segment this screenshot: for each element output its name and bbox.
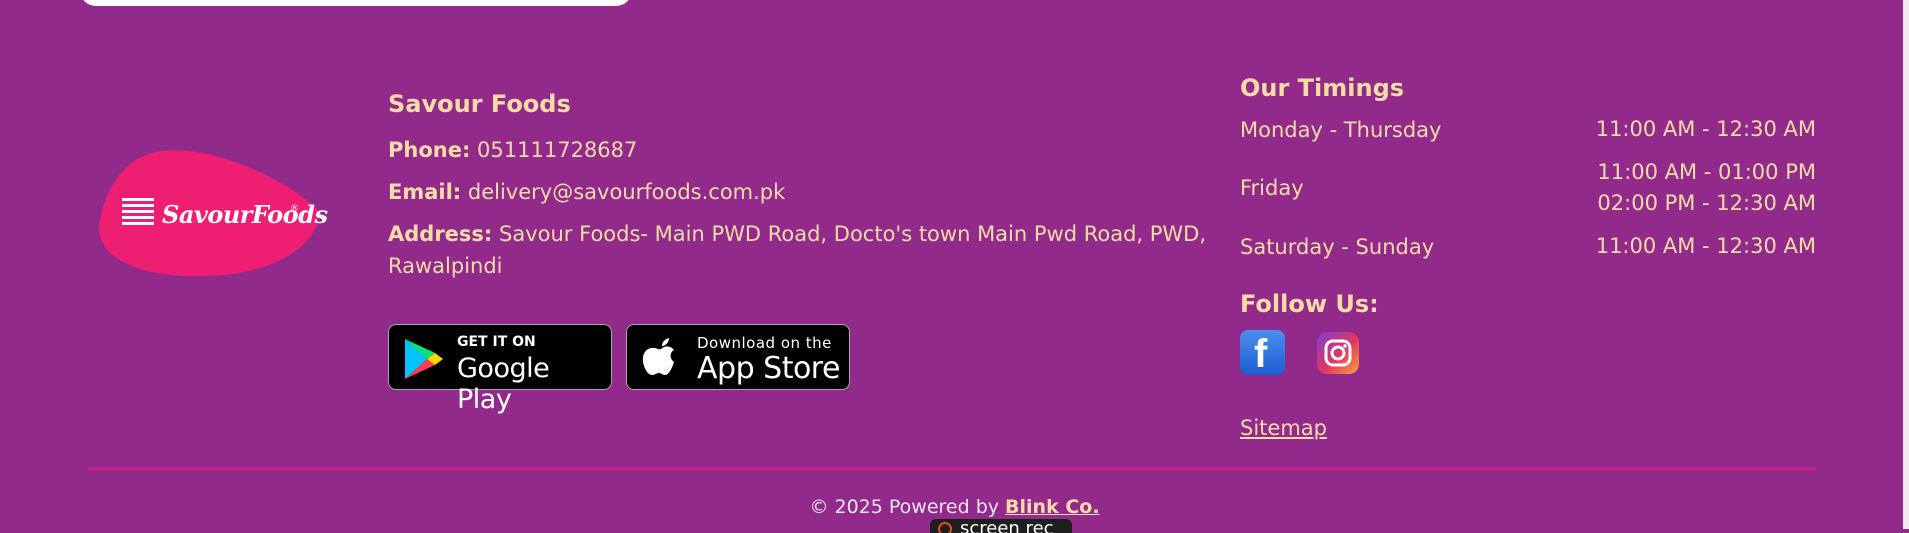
logo-stripes-icon xyxy=(122,198,154,228)
address-label: Address: xyxy=(388,222,493,246)
blink-co-link[interactable]: Blink Co. xyxy=(1005,496,1100,518)
timings-section: Our Timings Monday - Thursday 11:00 AM -… xyxy=(1240,74,1816,274)
timing-hours: 11:00 AM - 12:30 AM xyxy=(1595,117,1816,141)
phone-line: Phone: 051111728687 xyxy=(388,134,1208,166)
brand-logo[interactable]: SavourFoods ® xyxy=(96,148,328,278)
contact-section: Savour Foods Phone: 051111728687 Email: … xyxy=(388,90,1208,292)
google-play-button[interactable]: GET IT ON Google Play xyxy=(388,324,612,415)
timing-row: Saturday - Sunday 11:00 AM - 12:30 AM xyxy=(1240,231,1816,262)
scrollbar[interactable] xyxy=(1903,0,1909,529)
follow-title: Follow Us: xyxy=(1240,290,1379,318)
social-links: f xyxy=(1240,330,1379,376)
phone-label: Phone: xyxy=(388,138,471,162)
app-store-button[interactable]: Download on the App Store xyxy=(626,324,850,390)
logo-wordmark: SavourFoods xyxy=(162,200,328,229)
timing-hours-second: 02:00 PM - 12:30 AM xyxy=(1597,191,1816,215)
timing-hours: 11:00 AM - 01:00 PM 02:00 PM - 12:30 AM xyxy=(1597,157,1816,219)
google-play-big-label: Google Play xyxy=(457,353,550,415)
email-label: Email: xyxy=(388,180,462,204)
google-play-small-label: GET IT ON xyxy=(457,334,536,350)
timing-row: Friday 11:00 AM - 01:00 PM 02:00 PM - 12… xyxy=(1240,157,1816,219)
app-store-big-label: App Store xyxy=(697,351,840,386)
contact-title: Savour Foods xyxy=(388,90,571,118)
address-line: Address: Savour Foods- Main PWD Road, Do… xyxy=(388,218,1208,282)
sitemap-link[interactable]: Sitemap xyxy=(1240,416,1327,440)
timings-title: Our Timings xyxy=(1240,74,1405,102)
facebook-icon[interactable]: f xyxy=(1240,330,1285,376)
logo-registered-icon: ® xyxy=(290,204,299,214)
timing-day: Friday xyxy=(1240,176,1304,200)
address-value: Savour Foods- Main PWD Road, Docto's tow… xyxy=(388,222,1207,278)
apple-icon xyxy=(642,338,674,375)
search-bar-edge xyxy=(80,0,632,6)
copyright: © 2025 Powered by Blink Co. xyxy=(0,496,1909,518)
google-play-icon xyxy=(405,339,443,379)
phone-value[interactable]: 051111728687 xyxy=(477,138,637,162)
copyright-text: © 2025 Powered by xyxy=(809,496,999,518)
email-value[interactable]: delivery@savourfoods.com.pk xyxy=(468,180,785,204)
timing-day: Saturday - Sunday xyxy=(1240,234,1435,259)
screen-recorder-badge: screen rec xyxy=(930,519,1072,533)
footer-divider xyxy=(88,468,1816,470)
follow-section: Follow Us: f xyxy=(1240,290,1379,376)
email-line: Email: delivery@savourfoods.com.pk xyxy=(388,176,1208,208)
timing-day: Monday - Thursday xyxy=(1240,117,1442,142)
timing-hours: 11:00 AM - 12:30 AM xyxy=(1595,234,1816,258)
recorder-label: screen rec xyxy=(960,519,1054,533)
timing-row: Monday - Thursday 11:00 AM - 12:30 AM xyxy=(1240,114,1816,145)
app-store-small-label: Download on the xyxy=(697,334,832,352)
record-icon xyxy=(938,522,952,533)
instagram-icon[interactable] xyxy=(1317,332,1359,374)
timing-hours-first: 11:00 AM - 01:00 PM xyxy=(1597,160,1816,184)
